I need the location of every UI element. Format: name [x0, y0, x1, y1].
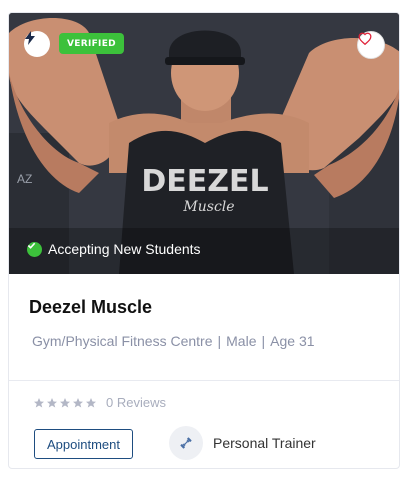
star-icon — [86, 397, 96, 407]
favorite-button[interactable] — [357, 31, 385, 59]
dumbbell-icon — [169, 426, 203, 460]
separator: | — [261, 333, 266, 349]
business-type: Gym/Physical Fitness Centre — [32, 333, 213, 349]
svg-text:AZ: AZ — [17, 172, 32, 186]
category-tag: Personal Trainer — [169, 426, 316, 460]
lightning-bolt-icon — [24, 31, 50, 57]
star-icon — [34, 397, 44, 407]
shirt-text-main: DEEZEL — [141, 164, 268, 199]
check-circle-icon — [27, 241, 42, 257]
gender: Male — [226, 333, 257, 349]
trainer-card[interactable]: AZ DEEZEL Muscle VERIFIED Accepting New … — [8, 12, 400, 469]
trainer-name[interactable]: Deezel Muscle — [29, 297, 152, 318]
accepting-students-status: Accepting New Students — [27, 241, 201, 257]
accepting-students-label: Accepting New Students — [48, 241, 201, 257]
star-icon — [73, 397, 83, 407]
star-icon — [60, 397, 70, 407]
trainer-details: Gym/Physical Fitness Centre | Male | Age 31 — [32, 333, 315, 349]
shirt-text-script: Muscle — [182, 199, 234, 215]
appointment-button[interactable]: Appointment — [34, 429, 133, 459]
category-label: Personal Trainer — [213, 435, 316, 451]
rating-row: 0 Reviews — [33, 395, 166, 410]
reviews-count-link[interactable]: 0 Reviews — [106, 395, 166, 410]
heart-icon — [358, 32, 372, 45]
trainer-photo[interactable]: AZ DEEZEL Muscle VERIFIED Accepting New … — [9, 13, 399, 274]
separator: | — [217, 333, 222, 349]
star-icon — [47, 397, 57, 407]
age: Age 31 — [270, 333, 315, 349]
divider — [9, 380, 399, 381]
verified-badge: VERIFIED — [59, 33, 124, 54]
